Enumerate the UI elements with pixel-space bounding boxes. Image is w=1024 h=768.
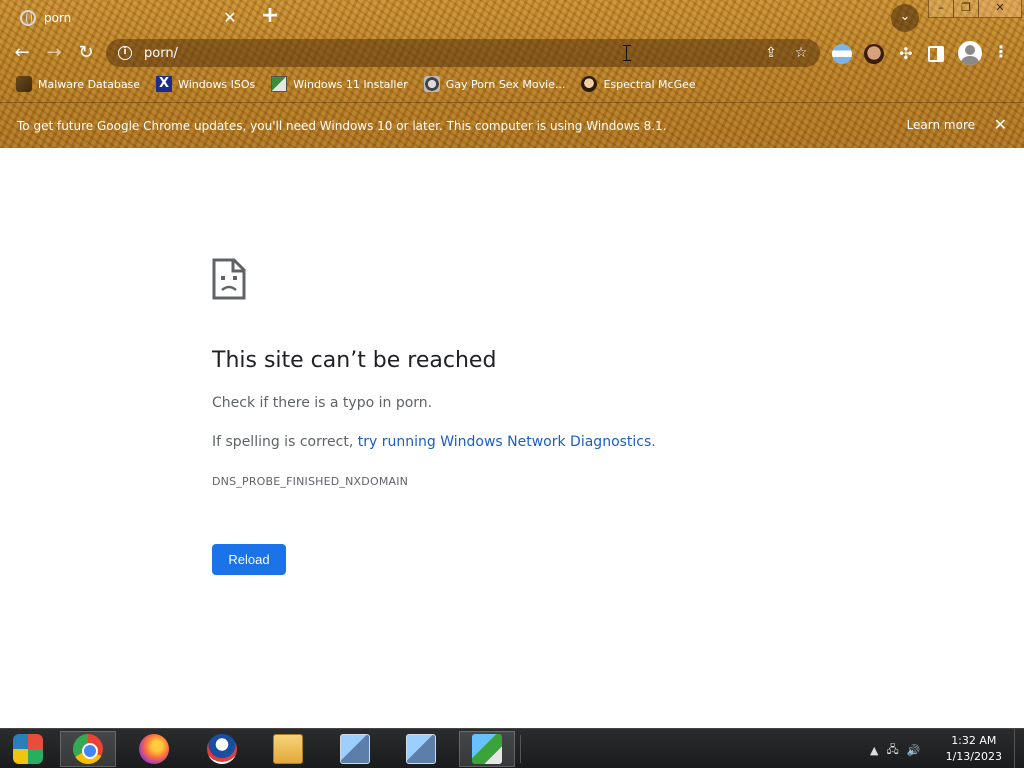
restore-button[interactable]: ❐ [953, 0, 979, 18]
infobar-close-icon[interactable]: ✕ [994, 115, 1007, 134]
setup-installer-icon [406, 734, 436, 764]
chrome-icon [73, 734, 103, 764]
avatar-icon [581, 76, 598, 92]
x-icon: X [156, 76, 173, 92]
side-panel-icon[interactable] [928, 46, 944, 62]
error-diagnostics-hint: If spelling is correct, try running Wind… [212, 434, 656, 450]
error-page: This site can’t be reached Check if ther… [0, 148, 1024, 728]
diagnostics-prefix: If spelling is correct, [212, 434, 358, 450]
bookmark-label: Espectral McGee [603, 77, 696, 91]
clock-time: 1:32 AM [951, 734, 997, 747]
taskbar-firefox[interactable] [126, 731, 182, 767]
start-button[interactable] [0, 731, 56, 767]
bookmark-windows-11-installer[interactable]: Windows 11 Installer [271, 76, 408, 92]
bookmark-label: Windows 11 Installer [293, 77, 408, 91]
back-button[interactable]: ← [9, 40, 35, 66]
tab-strip: porn ✕ + ⌄ – ❐ ✕ [0, 0, 1024, 36]
text-cursor-icon [623, 45, 631, 61]
error-typo-hint: Check if there is a typo in porn. [212, 395, 433, 411]
start-icon [13, 734, 43, 764]
new-tab-button[interactable]: + [258, 5, 282, 29]
tab-title: porn [44, 11, 72, 25]
site-info-icon[interactable]: i [118, 46, 132, 60]
share-icon[interactable]: ⇪ [762, 44, 780, 62]
folder-icon [273, 734, 303, 764]
taskbar-chrome[interactable] [60, 731, 116, 767]
bookmark-gay-porn-sex-movie[interactable]: Gay Porn Sex Movie... [423, 76, 566, 92]
reload-page-button[interactable]: Reload [212, 544, 286, 575]
address-bar[interactable]: i porn/ ⇪ ☆ [106, 39, 820, 67]
window-close-button[interactable]: ✕ [978, 0, 1022, 18]
network-diagnostics-link[interactable]: try running Windows Network Diagnostics [358, 434, 652, 450]
infobar-message: To get future Google Chrome updates, you… [17, 118, 667, 133]
flag-extension-icon[interactable] [832, 44, 852, 64]
show-desktop-button[interactable] [1014, 729, 1024, 768]
bookmark-label: Windows ISOs [178, 77, 256, 91]
film-reel-icon [423, 76, 440, 92]
bookmark-malware-database[interactable]: Malware Database [16, 76, 140, 92]
learn-more-link[interactable]: Learn more [907, 118, 975, 132]
campaign-logo-icon [207, 734, 237, 764]
taskbar-obama-app[interactable] [194, 731, 250, 767]
network-users-icon [472, 734, 502, 764]
clock-date: 1/13/2023 [945, 750, 1002, 763]
volume-icon[interactable]: 🔊 [907, 744, 921, 757]
browser-frame: porn ✕ + ⌄ – ❐ ✕ ← → ↻ i porn/ ⇪ ☆ ✣ ⋮ M… [0, 0, 1024, 148]
minimize-button[interactable]: – [928, 0, 954, 18]
bookmark-star-icon[interactable]: ☆ [792, 44, 810, 62]
tab-porn[interactable]: porn ✕ [8, 2, 246, 34]
firefox-icon [139, 734, 169, 764]
tab-search-button[interactable]: ⌄ [891, 4, 919, 32]
diagnostics-suffix: . [651, 434, 656, 450]
sad-page-icon [212, 258, 246, 300]
avatar-extension-icon[interactable] [864, 44, 884, 64]
bookmark-label: Gay Porn Sex Movie... [445, 77, 566, 91]
taskbar-network-app[interactable] [459, 731, 515, 767]
clock[interactable]: 1:32 AM 1/13/2023 [946, 733, 1002, 765]
taskbar: ▲ 🖧 🔊 1:32 AM 1/13/2023 [0, 728, 1024, 768]
error-title: This site can’t be reached [212, 348, 497, 373]
bookmark-label: Malware Database [38, 77, 141, 91]
bookmark-windows-isos[interactable]: X Windows ISOs [156, 76, 255, 92]
setup-installer-icon [340, 734, 370, 764]
kebab-menu-icon[interactable]: ⋮ [993, 42, 1009, 64]
windows-installer-icon [271, 76, 288, 92]
malware-database-icon [16, 76, 32, 92]
error-code: DNS_PROBE_FINISHED_NXDOMAIN [212, 475, 409, 488]
show-hidden-icons-icon[interactable]: ▲ [870, 744, 878, 757]
taskbar-setup-1[interactable] [327, 731, 383, 767]
profile-avatar-icon[interactable] [958, 41, 982, 65]
network-icon[interactable]: 🖧 [886, 741, 898, 760]
extensions-puzzle-icon[interactable]: ✣ [896, 44, 916, 64]
forward-button[interactable]: → [41, 40, 67, 66]
url-text[interactable]: porn/ [144, 46, 178, 61]
taskbar-file-explorer[interactable] [260, 731, 316, 767]
taskbar-separator [520, 735, 521, 763]
reload-button[interactable]: ↻ [73, 40, 99, 66]
bookmarks-bar: Malware Database X Windows ISOs Windows … [0, 72, 1024, 96]
system-tray: ▲ 🖧 🔊 [870, 741, 920, 760]
globe-icon [20, 10, 36, 26]
update-infobar: To get future Google Chrome updates, you… [0, 102, 1024, 148]
close-tab-icon[interactable]: ✕ [220, 8, 240, 28]
toolbar: ← → ↻ i porn/ ⇪ ☆ ✣ ⋮ [0, 36, 1024, 70]
taskbar-setup-2[interactable] [393, 731, 449, 767]
bookmark-espectral-mcgee[interactable]: Espectral McGee [581, 76, 696, 92]
